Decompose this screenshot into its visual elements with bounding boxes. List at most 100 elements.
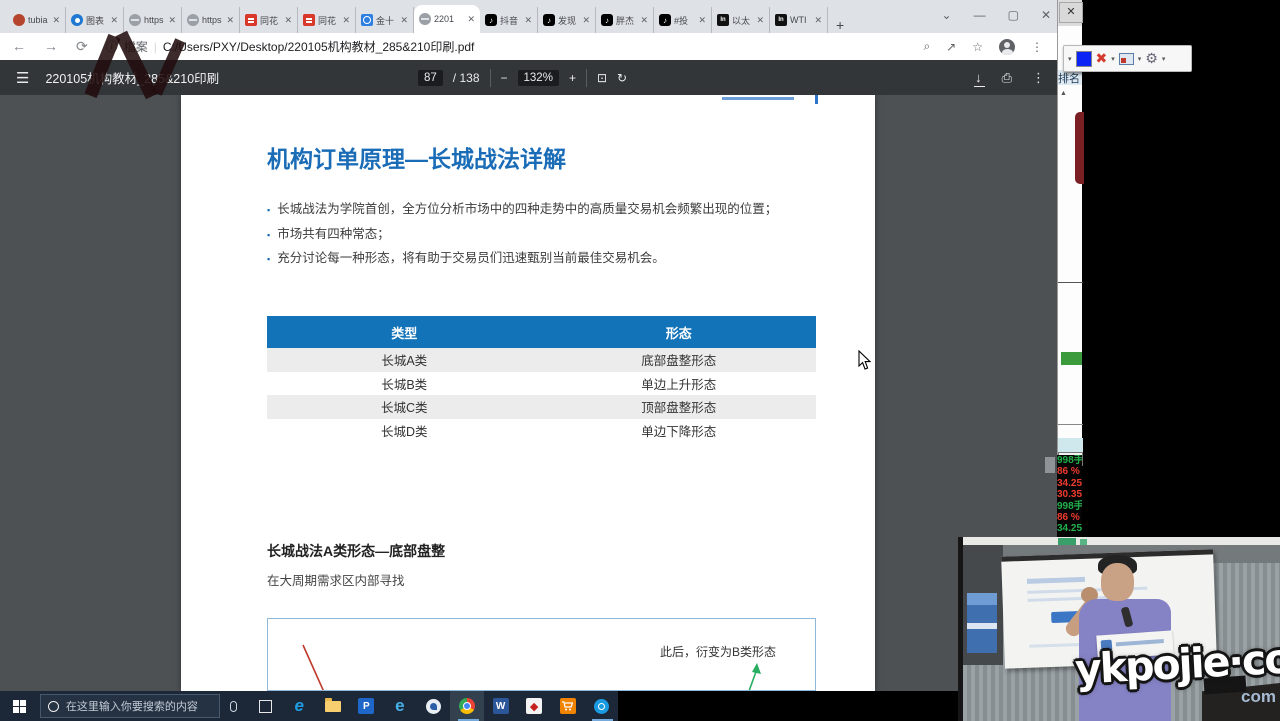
tab-pangjie[interactable]: ♪胖杰✕ bbox=[596, 7, 654, 33]
shop-app-icon bbox=[560, 698, 576, 714]
zoom-in-icon[interactable]: + bbox=[569, 71, 576, 85]
tab-search-chevron-icon[interactable]: ⌄ bbox=[942, 8, 952, 22]
bookmark-star-icon[interactable]: ☆ bbox=[972, 40, 983, 54]
taskbar-shop-app[interactable] bbox=[551, 691, 585, 721]
highlight-row-fragment bbox=[1058, 438, 1083, 452]
quote-value: 34.25 bbox=[1057, 523, 1082, 534]
reload-icon[interactable]: ⟳ bbox=[76, 38, 88, 55]
scroll-up-icon[interactable]: ▲ bbox=[1060, 90, 1067, 97]
tab-https-1[interactable]: https✕ bbox=[124, 7, 182, 33]
download-icon[interactable]: ↓ bbox=[975, 70, 982, 85]
pdf-viewer[interactable]: 机构订单原理—长城战法详解 ▪长城战法为学院首创，全方位分析市场中的四种走势中的… bbox=[0, 95, 1057, 691]
taskbar-chat-app[interactable] bbox=[417, 691, 451, 721]
tab-label: 图表 bbox=[86, 14, 107, 27]
background-window-close-icon[interactable]: ✕ bbox=[1059, 2, 1083, 23]
tab-jinshi[interactable]: 金十✕ bbox=[356, 7, 414, 33]
tab-close-icon[interactable]: ✕ bbox=[698, 15, 706, 26]
tab-close-icon[interactable]: ✕ bbox=[400, 15, 408, 26]
taskbar-file-explorer[interactable] bbox=[316, 691, 350, 721]
table-row: 长城C类顶部盘整形态 bbox=[267, 395, 816, 419]
zoom-level[interactable]: 132% bbox=[518, 70, 559, 86]
rank-label: 排名 bbox=[1058, 70, 1082, 85]
tab-close-icon[interactable]: ✕ bbox=[467, 14, 475, 25]
start-button[interactable] bbox=[0, 691, 40, 721]
scrollbar-thumb[interactable] bbox=[1045, 457, 1055, 473]
url-field[interactable]: ⓘ 檔案 | C:/Users/PXY/Desktop/220105机构教材_2… bbox=[106, 38, 924, 55]
profile-avatar[interactable] bbox=[999, 39, 1015, 55]
page-number-input[interactable]: 87 bbox=[418, 70, 443, 86]
pdf-more-icon[interactable]: ⋮ bbox=[1032, 70, 1045, 86]
share-icon[interactable]: ↗ bbox=[946, 40, 956, 54]
tab-tou[interactable]: ♪#投✕ bbox=[654, 7, 712, 33]
caret-icon[interactable]: ▾ bbox=[1138, 55, 1142, 63]
tab-chart[interactable]: 图表✕ bbox=[66, 7, 124, 33]
taskbar-edge[interactable]: e bbox=[282, 691, 316, 721]
tab-close-icon[interactable]: ✕ bbox=[640, 15, 648, 26]
tiktok-favicon: ♪ bbox=[601, 14, 613, 26]
taskbar-app-p[interactable]: P bbox=[350, 691, 384, 721]
table-row: 长城D类单边下降形态 bbox=[267, 419, 816, 443]
pdf-menu-icon[interactable]: ☰ bbox=[16, 69, 29, 87]
tab-close-icon[interactable]: ✕ bbox=[814, 15, 822, 26]
tab-pdf-active[interactable]: 2201✕ bbox=[414, 5, 480, 33]
tab-yitai[interactable]: In以太✕ bbox=[712, 7, 770, 33]
tab-https-2[interactable]: https✕ bbox=[182, 7, 240, 33]
search-placeholder: 在这里输入你要搜索的内容 bbox=[66, 698, 198, 714]
pie-fragment bbox=[1075, 112, 1084, 184]
tab-wti[interactable]: InWTI✕ bbox=[770, 7, 828, 33]
tubia-favicon bbox=[13, 14, 25, 26]
table-cell: 顶部盘整形态 bbox=[542, 395, 817, 419]
zoom-icon[interactable]: ⌕ bbox=[923, 39, 930, 54]
print-icon[interactable]: ⎙ bbox=[1002, 70, 1012, 86]
taskbar-stock-app[interactable]: ◆ bbox=[517, 691, 551, 721]
tab-douyin[interactable]: ♪抖音✕ bbox=[480, 7, 538, 33]
zoom-out-icon[interactable]: − bbox=[501, 71, 508, 85]
table-header-row: 类型 形态 bbox=[267, 316, 816, 348]
close-button[interactable]: ✕ bbox=[1041, 8, 1051, 22]
bullet-item: ▪市场共有四种常态； bbox=[267, 223, 777, 248]
tab-tubia[interactable]: tubia✕ bbox=[8, 7, 66, 33]
eraser-cross-icon[interactable]: ✖ bbox=[1096, 50, 1108, 67]
page-header-decoration bbox=[722, 97, 794, 100]
tab-close-icon[interactable]: ✕ bbox=[226, 15, 234, 26]
microphone-icon[interactable] bbox=[230, 701, 237, 712]
caret-icon[interactable]: ▾ bbox=[1111, 55, 1115, 63]
taskbar-word[interactable]: W bbox=[484, 691, 518, 721]
taskbar-circle-app[interactable] bbox=[584, 691, 618, 721]
tab-close-icon[interactable]: ✕ bbox=[284, 15, 292, 26]
table-cell: 底部盘整形态 bbox=[542, 348, 817, 372]
tab-close-icon[interactable]: ✕ bbox=[524, 15, 532, 26]
tab-faxian[interactable]: ♪发现✕ bbox=[538, 7, 596, 33]
browser-menu-icon[interactable]: ⋮ bbox=[1031, 40, 1043, 54]
tab-close-icon[interactable]: ✕ bbox=[52, 15, 60, 26]
toolbar-divider bbox=[586, 69, 587, 87]
jinshi-favicon bbox=[361, 14, 373, 26]
back-icon[interactable]: ← bbox=[12, 38, 26, 55]
gear-icon[interactable]: ⚙ bbox=[1145, 50, 1158, 67]
taskbar-search-input[interactable]: 在这里输入你要搜索的内容 bbox=[40, 694, 220, 718]
new-tab-button[interactable]: + bbox=[836, 17, 844, 33]
taskbar-internet-explorer[interactable]: e bbox=[383, 691, 417, 721]
maximize-button[interactable]: ▢ bbox=[1008, 8, 1019, 22]
rotate-icon[interactable]: ↻ bbox=[617, 71, 627, 85]
fit-page-icon[interactable]: ⊡ bbox=[597, 71, 607, 85]
tab-tonghuashun-1[interactable]: 同花✕ bbox=[240, 7, 298, 33]
minimize-button[interactable]: — bbox=[974, 8, 986, 22]
tab-close-icon[interactable]: ✕ bbox=[110, 15, 118, 26]
screenshot-icon[interactable] bbox=[1119, 53, 1134, 65]
forward-icon[interactable]: → bbox=[44, 38, 58, 55]
table-header-cell: 形态 bbox=[542, 316, 817, 348]
task-view-button[interactable] bbox=[249, 691, 283, 721]
caret-icon[interactable]: ▾ bbox=[1162, 55, 1166, 63]
tab-close-icon[interactable]: ✕ bbox=[582, 15, 590, 26]
internet-explorer-icon: e bbox=[395, 696, 404, 716]
caret-icon[interactable]: ▾ bbox=[1068, 55, 1072, 63]
tab-close-icon[interactable]: ✕ bbox=[756, 15, 764, 26]
tab-close-icon[interactable]: ✕ bbox=[342, 15, 350, 26]
tab-tonghuashun-2[interactable]: 同花✕ bbox=[298, 7, 356, 33]
tab-close-icon[interactable]: ✕ bbox=[168, 15, 176, 26]
mouse-cursor bbox=[858, 350, 872, 371]
color-swatch-button[interactable] bbox=[1076, 51, 1092, 67]
taskbar-chrome[interactable] bbox=[450, 691, 484, 721]
investing-favicon: In bbox=[717, 14, 729, 26]
